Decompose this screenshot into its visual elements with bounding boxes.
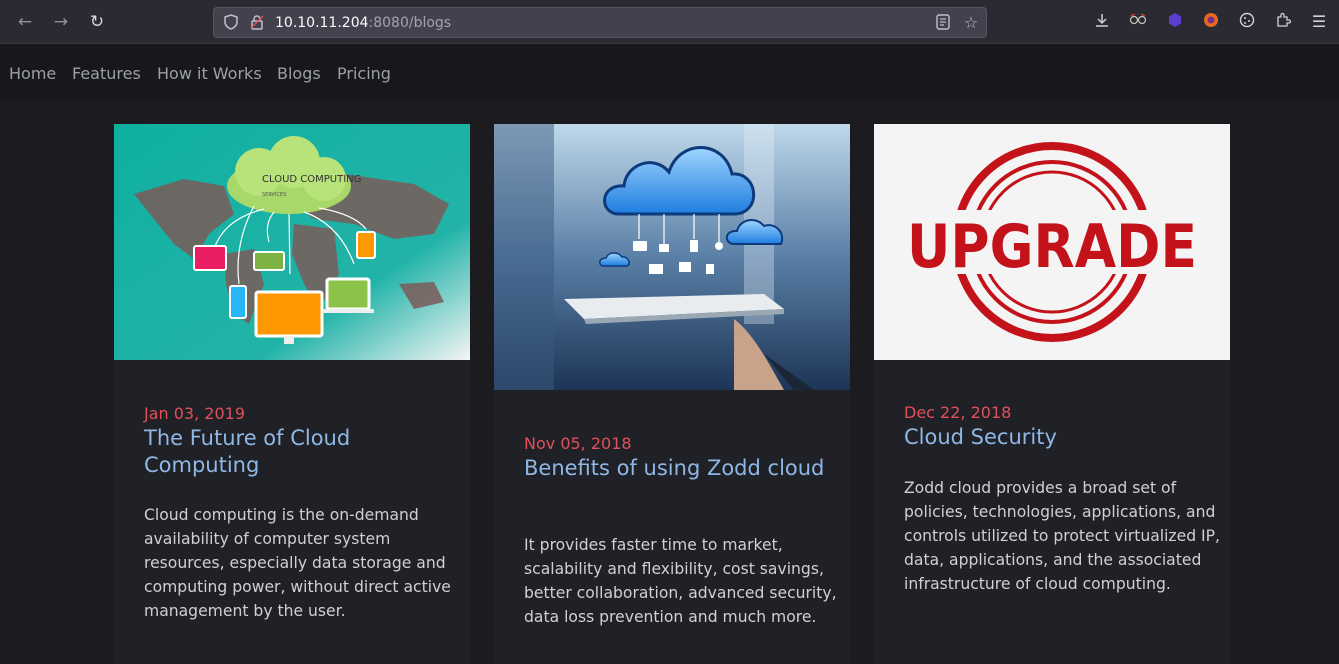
post-date: Dec 22, 2018 (904, 403, 1012, 422)
cookie-icon[interactable] (1237, 12, 1257, 32)
image-label: CLOUD COMPUTING (262, 174, 361, 185)
extension-glasses-icon[interactable] (1128, 12, 1148, 32)
nav-home[interactable]: Home (9, 64, 56, 83)
nav-features[interactable]: Features (72, 64, 141, 83)
shield-icon[interactable] (222, 14, 240, 32)
back-arrow-icon[interactable]: ← (15, 12, 35, 32)
post-title[interactable]: Cloud Security (904, 424, 1214, 451)
insecure-lock-icon[interactable] (248, 14, 266, 32)
extension-hexagon-icon[interactable] (1165, 12, 1185, 32)
browser-toolbar: ← → ↻ 10.10.11.204:8080/blogs ☆ ☰ (0, 0, 1339, 44)
reload-icon[interactable]: ↻ (87, 12, 107, 32)
post-excerpt: Zodd cloud provides a broad set of polic… (904, 479, 1221, 593)
blog-card[interactable]: CLOUD COMPUTING SERVICES Jan 03, 2019 Th… (114, 124, 470, 664)
zodd-cloud-image[interactable] (494, 124, 850, 390)
nav-pricing[interactable]: Pricing (337, 64, 391, 83)
url-path: :8080/blogs (368, 15, 452, 31)
post-date: Jan 03, 2019 (144, 404, 245, 423)
post-date: Nov 05, 2018 (524, 434, 632, 453)
site-navbar: Home Features How it Works Blogs Pricing (0, 44, 1339, 100)
extension-fox-icon[interactable] (1201, 12, 1221, 32)
upgrade-stamp-image[interactable]: UPGRADE (874, 124, 1230, 360)
blog-card[interactable]: Nov 05, 2018 Benefits of using Zodd clou… (494, 124, 850, 664)
post-excerpt: Cloud computing is the on-demand availab… (144, 506, 451, 620)
post-title[interactable]: The Future of Cloud Computing (144, 425, 454, 479)
post-title[interactable]: Benefits of using Zodd cloud (524, 455, 834, 482)
blog-card[interactable]: UPGRADE Dec 22, 2018 Cloud Security Zodd… (874, 124, 1230, 664)
nav-how-it-works[interactable]: How it Works (157, 64, 262, 83)
extensions-puzzle-icon[interactable] (1273, 12, 1293, 32)
reader-view-icon[interactable] (934, 14, 952, 32)
url-text[interactable]: 10.10.11.204:8080/blogs (275, 15, 451, 31)
stamp-text: UPGRADE (907, 212, 1197, 282)
download-icon[interactable] (1092, 12, 1112, 32)
forward-arrow-icon[interactable]: → (51, 12, 71, 32)
nav-blogs[interactable]: Blogs (277, 64, 321, 83)
address-bar[interactable]: 10.10.11.204:8080/blogs ☆ (213, 7, 987, 38)
bookmark-star-icon[interactable]: ☆ (962, 14, 980, 32)
post-excerpt: It provides faster time to market, scala… (524, 536, 837, 626)
blog-list: CLOUD COMPUTING SERVICES Jan 03, 2019 Th… (0, 100, 1339, 664)
cloud-computing-image[interactable]: CLOUD COMPUTING SERVICES (114, 124, 470, 360)
image-sublabel: SERVICES (262, 192, 286, 198)
menu-hamburger-icon[interactable]: ☰ (1309, 12, 1329, 32)
url-host: 10.10.11.204 (275, 15, 369, 31)
